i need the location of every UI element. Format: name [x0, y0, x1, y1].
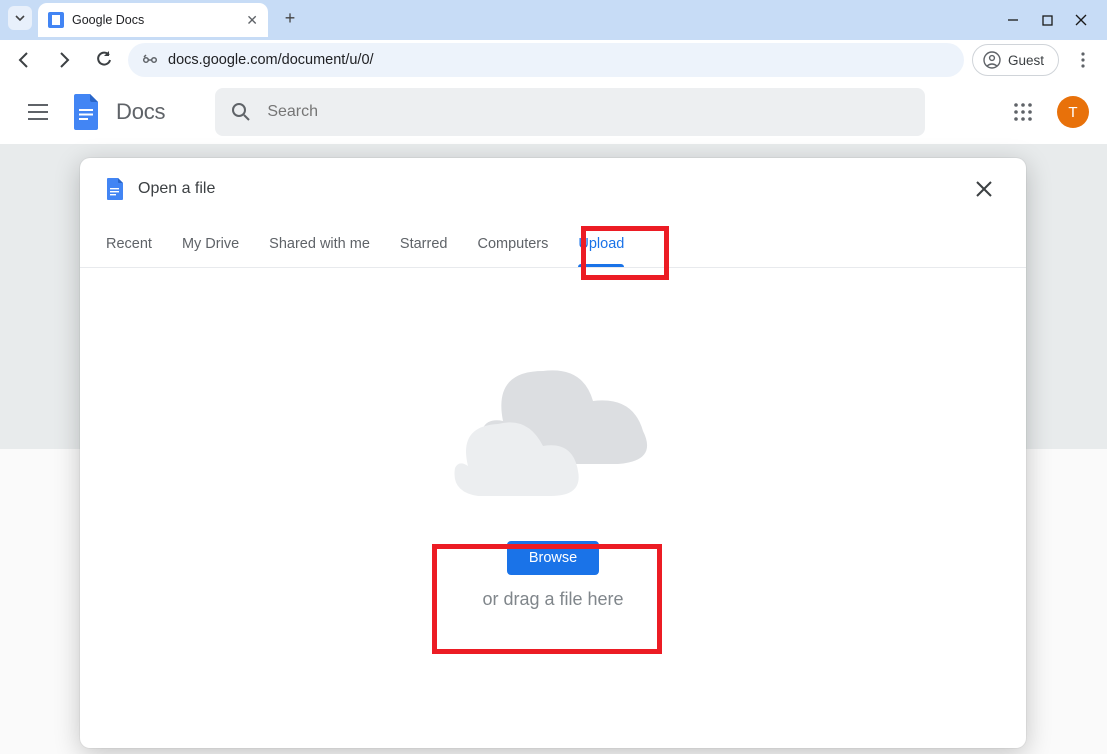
site-info-icon[interactable] — [140, 50, 160, 70]
cloud-illustration — [433, 346, 673, 501]
dialog-title: Open a file — [138, 180, 215, 198]
search-input[interactable] — [267, 103, 909, 121]
tab-computers[interactable]: Computers — [477, 220, 548, 267]
search-icon — [231, 102, 251, 122]
docs-logo-icon[interactable] — [68, 94, 104, 130]
new-tab-button[interactable]: + — [276, 5, 304, 33]
back-button[interactable] — [8, 44, 40, 76]
tab-strip: Google Docs ✕ + — [0, 0, 304, 40]
browser-toolbar: docs.google.com/document/u/0/ Guest — [0, 40, 1107, 80]
dialog-header: Open a file — [80, 158, 1026, 220]
product-title: Docs — [116, 99, 165, 125]
header-right: T — [1003, 92, 1089, 132]
dialog-tabs: Recent My Drive Shared with me Starred C… — [80, 220, 1026, 268]
guest-icon — [983, 51, 1001, 69]
tab-title: Google Docs — [72, 13, 238, 27]
docs-header: Docs T — [0, 80, 1107, 144]
tab-recent[interactable]: Recent — [106, 220, 152, 267]
tab-starred[interactable]: Starred — [400, 220, 448, 267]
browser-tab-strip: Google Docs ✕ + — [0, 0, 1107, 40]
drag-hint-text: or drag a file here — [482, 589, 623, 610]
docs-file-icon — [106, 178, 124, 200]
forward-button[interactable] — [48, 44, 80, 76]
search-bar[interactable] — [215, 88, 925, 136]
window-controls — [1005, 12, 1107, 40]
tab-shared-with-me[interactable]: Shared with me — [269, 220, 370, 267]
avatar-letter: T — [1068, 104, 1077, 121]
reload-button[interactable] — [88, 44, 120, 76]
file-picker-dialog: Open a file Recent My Drive Shared with … — [80, 158, 1026, 748]
maximize-icon[interactable] — [1039, 12, 1055, 28]
docs-favicon — [48, 12, 64, 28]
account-avatar[interactable]: T — [1057, 96, 1089, 128]
tab-upload[interactable]: Upload — [578, 220, 624, 267]
docs-body: Open a file Recent My Drive Shared with … — [0, 144, 1107, 754]
browser-menu-button[interactable] — [1067, 44, 1099, 76]
profile-chip[interactable]: Guest — [972, 44, 1059, 76]
google-apps-button[interactable] — [1003, 92, 1043, 132]
guest-label: Guest — [1008, 53, 1044, 68]
browse-button[interactable]: Browse — [507, 541, 599, 575]
upload-panel[interactable]: Browse or drag a file here — [80, 268, 1026, 748]
main-menu-button[interactable] — [18, 92, 58, 132]
url-text: docs.google.com/document/u/0/ — [168, 52, 374, 68]
browser-tab-active[interactable]: Google Docs ✕ — [38, 3, 268, 37]
tab-search-button[interactable] — [8, 6, 32, 30]
dialog-close-button[interactable] — [968, 173, 1000, 205]
address-bar[interactable]: docs.google.com/document/u/0/ — [128, 43, 964, 77]
tab-my-drive[interactable]: My Drive — [182, 220, 239, 267]
window-close-icon[interactable] — [1073, 12, 1089, 28]
tab-close-icon[interactable]: ✕ — [246, 12, 258, 29]
minimize-icon[interactable] — [1005, 12, 1021, 28]
